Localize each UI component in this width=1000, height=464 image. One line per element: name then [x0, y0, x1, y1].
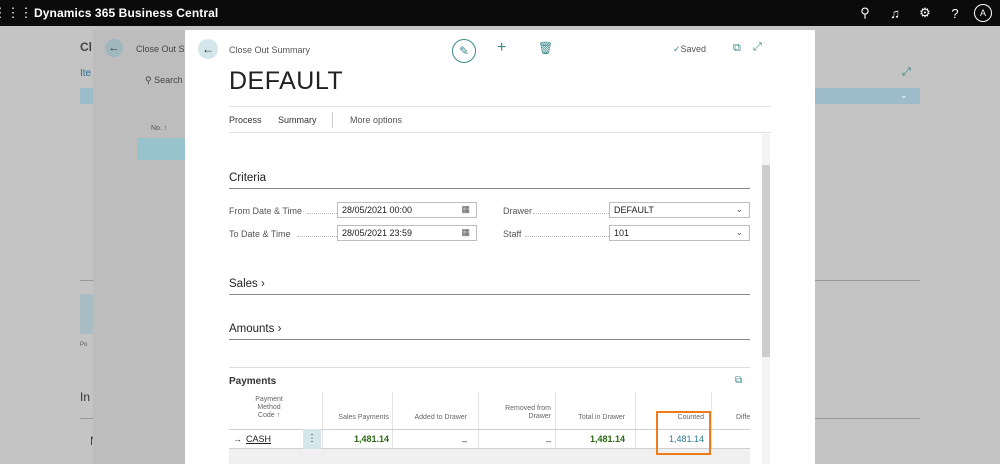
background-label: Po: [80, 342, 88, 348]
pencil-icon: ✎: [458, 44, 470, 58]
column-header-added-to-drawer[interactable]: Added to Drawer: [395, 414, 467, 422]
column-header-text: Method: [257, 404, 281, 411]
gear-icon[interactable]: ⚙: [910, 5, 940, 21]
app-title[interactable]: Dynamics 365 Business Central: [34, 6, 218, 20]
dotted-leader: [297, 236, 337, 237]
action-separator: [332, 112, 333, 128]
dotted-leader: [307, 213, 337, 214]
counted-highlight-box: [656, 411, 711, 455]
calendar-icon[interactable]: ▦: [461, 227, 470, 238]
staff-select[interactable]: 101 ⌄: [609, 225, 750, 241]
saved-status: ✓Saved: [673, 44, 706, 55]
payments-title: Payments: [229, 376, 277, 387]
share-icon[interactable]: ⧉: [735, 375, 742, 386]
action-summary[interactable]: Summary: [278, 115, 317, 125]
chevron-down-icon: ⌄: [900, 90, 908, 100]
dotted-leader: [525, 236, 609, 237]
added-to-drawer-cell[interactable]: _: [395, 432, 467, 442]
chevron-down-icon[interactable]: ⌄: [735, 227, 743, 238]
waffle-icon[interactable]: ⋮⋮⋮: [0, 0, 33, 26]
column-header-difference[interactable]: Diffe: [736, 414, 750, 422]
close-out-summary-dialog: ← Close Out Summary ✎ + 🗑 ✓Saved ⧉ ⤢ DEF…: [185, 30, 815, 464]
chevron-right-icon: ›: [277, 323, 282, 335]
from-date-input[interactable]: 28/05/2021 00:00 ▦: [337, 202, 477, 218]
background-page-title: Cl: [80, 40, 92, 54]
criteria-title[interactable]: Criteria: [229, 172, 266, 184]
criteria-divider: [229, 188, 750, 189]
back-button[interactable]: ←: [198, 39, 218, 59]
column-header-text: Removed from: [505, 405, 551, 412]
staff-value: 101: [614, 228, 630, 238]
amounts-divider: [229, 339, 750, 340]
open-new-window-icon[interactable]: ⧉: [733, 42, 741, 55]
expand-icon: ⤢: [902, 66, 911, 78]
background-page-subtitle: Ite: [80, 68, 92, 79]
sales-payments-cell[interactable]: 1,481.14: [325, 434, 389, 444]
search-icon[interactable]: ⚲: [850, 5, 880, 21]
top-bar-icons: ⚲ ♫ ⚙ ? A: [850, 0, 1000, 26]
delete-button[interactable]: 🗑: [538, 41, 553, 55]
back-arrow-icon: ←: [105, 39, 123, 57]
scrollbar-thumb[interactable]: [762, 165, 770, 357]
column-header-sales-payments[interactable]: Sales Payments: [325, 414, 389, 422]
column-header-payment-method[interactable]: Payment Method Code ↑: [251, 396, 287, 420]
drawer-value: DEFAULT: [614, 205, 654, 215]
column-header-removed-from-drawer[interactable]: Removed from Drawer: [481, 405, 551, 421]
from-date-label: From Date & Time: [229, 206, 303, 216]
top-bar: ⋮⋮⋮ Dynamics 365 Business Central ⚲ ♫ ⚙ …: [0, 0, 1000, 26]
avatar[interactable]: A: [974, 4, 992, 22]
to-date-label: To Date & Time: [229, 229, 291, 239]
column-header-text: Drawer: [528, 413, 551, 420]
bell-icon[interactable]: ♫: [880, 6, 910, 21]
breadcrumb: Close Out Summary: [229, 45, 311, 55]
from-date-value: 28/05/2021 00:00: [342, 205, 413, 215]
chevron-right-icon: ›: [260, 278, 265, 290]
list-search-label: Search: [154, 75, 183, 85]
to-date-input[interactable]: 28/05/2021 23:59 ▦: [337, 225, 477, 241]
payment-method-code-link[interactable]: CASH: [246, 434, 271, 444]
amounts-section-title[interactable]: Amounts ›: [229, 323, 281, 335]
chevron-down-icon[interactable]: ⌄: [735, 204, 743, 215]
dotted-leader: [533, 213, 609, 214]
help-icon[interactable]: ?: [940, 6, 970, 21]
drawer-label: Drawer: [503, 206, 533, 216]
list-search: ⚲ Search: [145, 75, 183, 85]
row-menu-button[interactable]: ⋮: [303, 429, 321, 449]
edit-button[interactable]: ✎: [452, 39, 476, 63]
total-in-drawer-cell[interactable]: 1,481.14: [558, 434, 625, 444]
staff-label: Staff: [503, 229, 522, 239]
row-arrow-icon: →: [233, 434, 242, 444]
payments-top-divider: [229, 367, 750, 368]
drawer-select[interactable]: DEFAULT ⌄: [609, 202, 750, 218]
column-header-text: Code ↑: [257, 412, 281, 419]
action-more-options[interactable]: More options: [350, 115, 402, 125]
action-bar: Process Summary More options: [229, 106, 771, 133]
removed-from-drawer-cell[interactable]: _: [481, 432, 551, 442]
sales-divider: [229, 294, 750, 295]
column-header-text: Payment: [255, 396, 283, 403]
calendar-icon[interactable]: ▦: [461, 204, 470, 215]
column-header-total-in-drawer[interactable]: Total in Drawer: [558, 414, 625, 422]
action-process[interactable]: Process: [229, 115, 262, 125]
add-button[interactable]: +: [497, 39, 506, 57]
to-date-value: 28/05/2021 23:59: [342, 228, 413, 238]
list-panel-title: Close Out S: [136, 44, 185, 54]
page-title: DEFAULT: [229, 67, 344, 95]
sales-section-title[interactable]: Sales ›: [229, 278, 265, 290]
expand-icon[interactable]: ⤢: [753, 41, 762, 54]
list-column-header: No. ↑: [151, 125, 168, 132]
background-section-title: In: [80, 390, 91, 404]
saved-label: Saved: [680, 44, 707, 54]
trash-icon: 🗑: [538, 41, 554, 55]
amounts-title: Amounts: [229, 323, 275, 335]
sales-title: Sales: [229, 278, 258, 290]
check-icon: ✓: [673, 44, 681, 54]
